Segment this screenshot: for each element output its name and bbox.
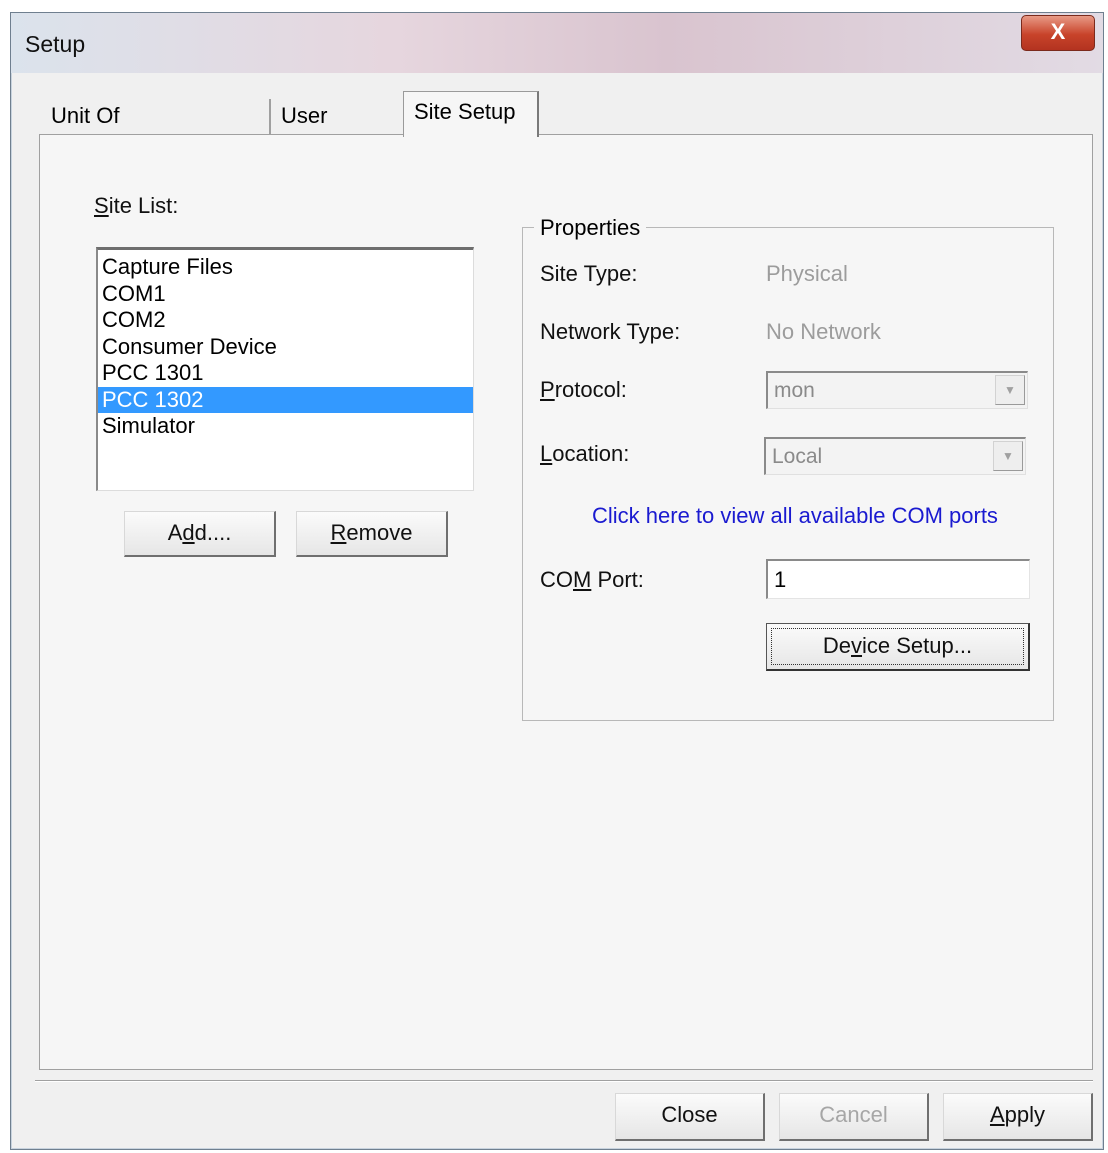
footer-divider: [35, 1080, 1093, 1082]
list-item[interactable]: PCC 1301: [98, 360, 473, 387]
dialog-client-area: Unit Of Measurement User Setup Site Setu…: [11, 73, 1103, 1149]
network-type-value: No Network: [766, 319, 881, 344]
properties-title: Properties: [534, 215, 647, 241]
tab-unit-of-measurement[interactable]: Unit Of Measurement: [41, 99, 271, 162]
remove-button[interactable]: Remove: [296, 511, 448, 557]
tab-user-setup[interactable]: User Setup: [271, 99, 399, 162]
close-button[interactable]: Close: [615, 1093, 765, 1141]
network-type-label: Network Type:: [540, 319, 681, 344]
com-port-input[interactable]: 1: [766, 559, 1030, 599]
list-item-selected[interactable]: PCC 1302: [98, 386, 473, 413]
site-setup-panel: Site List: Capture Files COM1 COM2 Consu…: [39, 134, 1093, 1070]
list-item[interactable]: Simulator: [98, 413, 473, 440]
chevron-down-icon[interactable]: ▼: [993, 441, 1023, 471]
close-window-button[interactable]: X: [1021, 15, 1095, 51]
window-title: Setup: [25, 31, 86, 57]
tab-label: Site Setup: [414, 99, 516, 124]
list-item[interactable]: COM2: [98, 307, 473, 334]
title-bar[interactable]: Setup X: [11, 13, 1103, 73]
add-button[interactable]: Add....: [124, 511, 276, 557]
location-label: Location:: [540, 441, 630, 466]
device-setup-label: Device Setup...: [771, 628, 1024, 665]
location-value: Local: [772, 445, 823, 468]
com-port-label: COM Port:: [540, 567, 644, 592]
device-setup-button[interactable]: Device Setup...: [766, 623, 1030, 671]
site-type-label: Site Type:: [540, 261, 638, 286]
protocol-value: mon: [774, 379, 815, 402]
list-item[interactable]: Consumer Device: [98, 334, 473, 361]
site-list-label: Site List:: [94, 193, 179, 218]
list-item[interactable]: Capture Files: [98, 254, 473, 281]
apply-button[interactable]: Apply: [943, 1093, 1093, 1141]
protocol-label: Protocol:: [540, 377, 627, 402]
location-dropdown[interactable]: Local ▼: [764, 437, 1026, 475]
close-icon: X: [1050, 19, 1066, 44]
site-type-value: Physical: [766, 261, 848, 286]
site-list[interactable]: Capture Files COM1 COM2 Consumer Device …: [96, 247, 474, 491]
list-item[interactable]: COM1: [98, 281, 473, 308]
chevron-down-icon[interactable]: ▼: [995, 375, 1025, 405]
protocol-dropdown[interactable]: mon ▼: [766, 371, 1028, 409]
cancel-button[interactable]: Cancel: [779, 1093, 929, 1141]
view-com-ports-link[interactable]: Click here to view all available COM por…: [592, 503, 998, 529]
setup-dialog: Setup X Unit Of Measurement User Setup S…: [10, 12, 1104, 1150]
tab-site-setup[interactable]: Site Setup: [403, 91, 539, 137]
